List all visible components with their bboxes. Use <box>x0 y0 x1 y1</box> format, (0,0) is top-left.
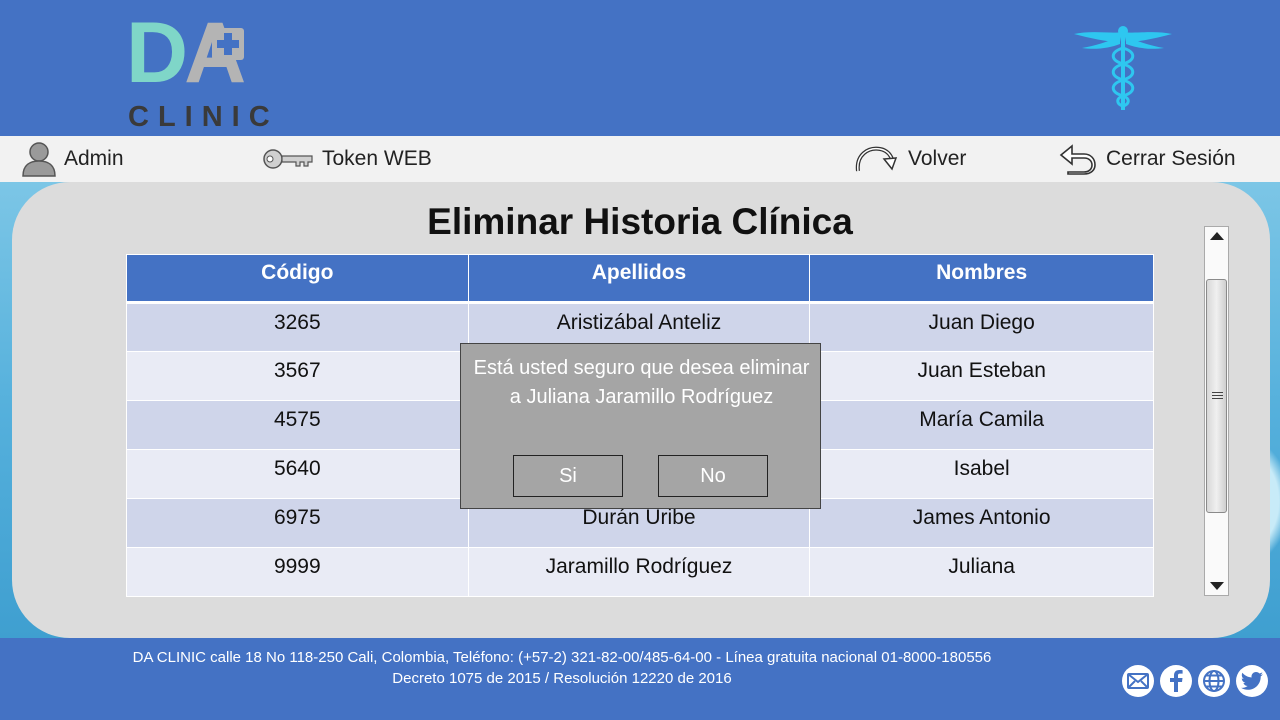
back-label: Volver <box>908 147 967 170</box>
delete-confirm-dialog: Está usted seguro que desea eliminar a J… <box>460 343 821 509</box>
dialog-message: Está usted seguro que desea eliminar a J… <box>473 357 810 408</box>
facebook-icon[interactable] <box>1160 665 1192 697</box>
cell-codigo: 4575 <box>126 400 469 450</box>
cell-codigo: 6975 <box>126 498 469 548</box>
medical-cross-icon <box>212 28 244 60</box>
grip-icon <box>1212 392 1223 401</box>
logo-clinic-text: CLINIC <box>128 101 279 133</box>
footer-decree: Decreto 1075 de 2015 / Resolución 12220 … <box>392 670 732 687</box>
cell-apellidos: Jaramillo Rodríguez <box>467 547 811 597</box>
triangle-up-icon <box>1209 232 1224 240</box>
table-scrollbar[interactable] <box>1204 226 1229 596</box>
back-button[interactable]: Volver <box>852 136 966 182</box>
table-header-row: Código Apellidos Nombres <box>126 254 1154 304</box>
cell-nombres: James Antonio <box>809 498 1154 548</box>
footer: DA CLINIC calle 18 No 118-250 Cali, Colo… <box>0 638 1280 720</box>
column-header-nombres[interactable]: Nombres <box>809 254 1154 304</box>
redo-arrow-icon <box>855 146 898 172</box>
column-header-codigo[interactable]: Código <box>126 254 469 304</box>
return-arrow-icon <box>1059 144 1096 175</box>
cell-nombres: Isabel <box>809 449 1154 499</box>
web-icon[interactable] <box>1198 665 1230 697</box>
cell-nombres: Juan Diego <box>809 302 1154 352</box>
page-title: Eliminar Historia Clínica <box>427 201 853 242</box>
scroll-up-button[interactable] <box>1205 227 1228 245</box>
clinic-logo: DA CLINIC <box>126 10 276 132</box>
mail-icon[interactable] <box>1122 665 1154 697</box>
confirm-yes-button[interactable]: Si <box>513 455 623 497</box>
header: DA CLINIC <box>0 0 1280 136</box>
cell-nombres: Juan Esteban <box>809 351 1154 401</box>
token-web-label: Token WEB <box>322 147 432 170</box>
cell-nombres: María Camila <box>809 400 1154 450</box>
table-row[interactable]: 9999 Jaramillo Rodríguez Juliana <box>126 547 1154 597</box>
user-icon <box>22 142 56 177</box>
cell-codigo: 9999 <box>126 547 469 597</box>
scroll-thumb[interactable] <box>1206 279 1227 513</box>
caduceus-icon <box>1074 26 1172 110</box>
key-icon <box>263 149 313 169</box>
token-web-button[interactable]: Token WEB <box>262 136 432 182</box>
cell-codigo: 5640 <box>126 449 469 499</box>
admin-button[interactable]: Admin <box>22 136 124 182</box>
cell-nombres: Juliana <box>809 547 1154 597</box>
scroll-down-button[interactable] <box>1205 577 1228 595</box>
footer-address: DA CLINIC calle 18 No 118-250 Cali, Colo… <box>132 649 992 666</box>
logout-button[interactable]: Cerrar Sesión <box>1058 136 1236 182</box>
admin-label: Admin <box>64 147 124 170</box>
triangle-down-icon <box>1209 582 1224 590</box>
column-header-apellidos[interactable]: Apellidos <box>467 254 811 304</box>
cell-codigo: 3265 <box>126 302 469 352</box>
confirm-no-button[interactable]: No <box>658 455 768 497</box>
logout-label: Cerrar Sesión <box>1106 147 1236 170</box>
twitter-icon[interactable] <box>1236 665 1268 697</box>
nav-bar: Admin Token WEB Volver Cerrar Sesión <box>0 136 1280 182</box>
cell-codigo: 3567 <box>126 351 469 401</box>
